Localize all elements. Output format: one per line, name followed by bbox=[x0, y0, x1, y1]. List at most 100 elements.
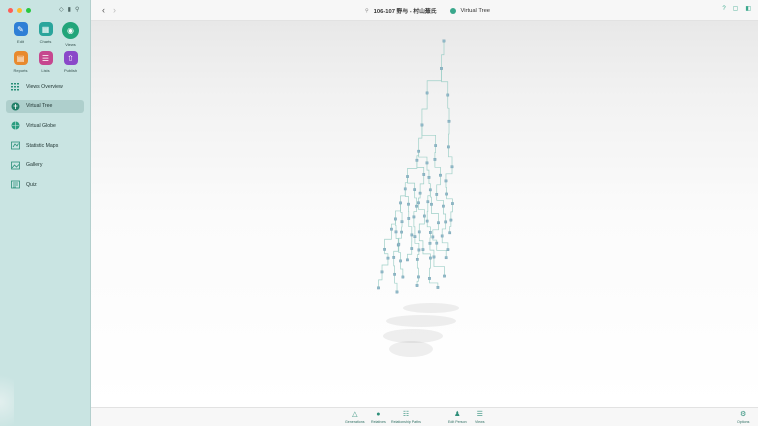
person-node[interactable] bbox=[429, 256, 432, 260]
person-node[interactable] bbox=[386, 256, 390, 260]
person-node[interactable] bbox=[440, 234, 444, 238]
person-node[interactable] bbox=[445, 192, 448, 196]
person-node[interactable] bbox=[432, 255, 436, 259]
close-window-button[interactable] bbox=[8, 8, 13, 13]
person-node[interactable] bbox=[446, 93, 450, 97]
person-node[interactable] bbox=[435, 193, 439, 196]
person-node[interactable] bbox=[425, 219, 429, 223]
bookmark-icon[interactable]: ▮ bbox=[68, 7, 71, 13]
person-node[interactable] bbox=[451, 202, 454, 205]
person-node[interactable] bbox=[413, 188, 417, 191]
person-node[interactable] bbox=[383, 247, 386, 251]
options-button[interactable]: ⚙ Options bbox=[737, 411, 749, 424]
person-node[interactable] bbox=[394, 230, 398, 234]
person-node[interactable] bbox=[442, 39, 446, 43]
views-button[interactable]: ☰ Views bbox=[475, 411, 485, 424]
person-node[interactable] bbox=[422, 173, 426, 176]
relationship-paths-button[interactable]: ☷ Relationship Paths bbox=[391, 411, 421, 424]
person-node[interactable] bbox=[415, 204, 418, 208]
person-node[interactable] bbox=[437, 221, 440, 225]
tag-icon[interactable]: ◇ bbox=[59, 7, 64, 13]
person-node[interactable] bbox=[401, 275, 405, 279]
person-node[interactable] bbox=[447, 119, 451, 123]
person-node[interactable] bbox=[431, 235, 435, 239]
person-node[interactable] bbox=[435, 241, 439, 245]
person-node[interactable] bbox=[444, 179, 448, 183]
zoom-window-button[interactable] bbox=[26, 8, 31, 13]
person-node[interactable] bbox=[418, 191, 422, 195]
sidebar-item-virtual-globe[interactable]: Virtual Globe bbox=[6, 119, 84, 132]
person-node[interactable] bbox=[393, 272, 396, 276]
person-node[interactable] bbox=[421, 248, 425, 251]
person-node[interactable] bbox=[410, 233, 414, 237]
virtual-tree-canvas[interactable] bbox=[91, 21, 758, 407]
person-node[interactable] bbox=[397, 242, 401, 246]
person-node[interactable] bbox=[380, 270, 384, 274]
person-node[interactable] bbox=[395, 290, 399, 294]
person-node[interactable] bbox=[407, 202, 410, 206]
person-node[interactable] bbox=[407, 217, 411, 220]
person-node[interactable] bbox=[410, 247, 414, 250]
person-node[interactable] bbox=[399, 259, 402, 263]
person-node[interactable] bbox=[420, 123, 424, 127]
person-node[interactable] bbox=[403, 187, 407, 191]
app-charts[interactable]: ▦ Charts bbox=[33, 22, 58, 47]
person-node[interactable] bbox=[442, 204, 445, 208]
person-node[interactable] bbox=[428, 277, 431, 280]
person-node[interactable] bbox=[439, 173, 442, 177]
person-node[interactable] bbox=[448, 231, 452, 235]
person-node[interactable] bbox=[425, 91, 429, 95]
person-node[interactable] bbox=[428, 188, 432, 192]
app-edit[interactable]: ✎ Edit bbox=[8, 22, 33, 47]
app-lists[interactable]: ☰ Lists bbox=[33, 51, 58, 73]
sidebar-item-views-overview[interactable]: Views Overview bbox=[6, 80, 84, 93]
person-node[interactable] bbox=[400, 220, 404, 224]
person-node[interactable] bbox=[430, 202, 433, 206]
person-node[interactable] bbox=[415, 284, 419, 287]
app-reports[interactable]: ▤ Reports bbox=[8, 51, 33, 73]
person-node[interactable] bbox=[417, 230, 421, 234]
person-node[interactable] bbox=[417, 248, 421, 252]
person-node[interactable] bbox=[450, 165, 454, 169]
person-node[interactable] bbox=[440, 67, 443, 70]
person-node[interactable] bbox=[406, 258, 409, 262]
sidebar-item-quiz[interactable]: Quiz bbox=[6, 178, 84, 191]
person-node[interactable] bbox=[436, 286, 440, 289]
sidebar-item-virtual-tree[interactable]: Virtual Tree bbox=[6, 99, 84, 113]
person-node[interactable] bbox=[417, 149, 421, 153]
person-node[interactable] bbox=[434, 144, 438, 147]
person-node[interactable] bbox=[394, 217, 397, 221]
person-node[interactable] bbox=[413, 235, 417, 239]
relatives-button[interactable]: ● Relatives bbox=[371, 411, 386, 424]
person-node[interactable] bbox=[399, 201, 402, 205]
person-node[interactable] bbox=[449, 218, 453, 222]
person-node[interactable] bbox=[412, 215, 416, 219]
person-node[interactable] bbox=[444, 256, 448, 260]
app-publish[interactable]: ⇧ Publish bbox=[58, 51, 83, 73]
help-icon[interactable]: ? bbox=[722, 6, 725, 13]
search-icon[interactable]: ⚲ bbox=[75, 7, 79, 13]
sidebar-item-gallery[interactable]: Gallery bbox=[6, 159, 84, 172]
person-node[interactable] bbox=[443, 274, 446, 278]
window-icon[interactable]: ▢ bbox=[733, 6, 739, 13]
person-node[interactable] bbox=[392, 256, 396, 259]
person-node[interactable] bbox=[417, 201, 420, 205]
chevron-left-icon[interactable]: ‹ bbox=[102, 5, 105, 15]
person-node[interactable] bbox=[406, 175, 409, 178]
app-views[interactable]: ◉ Views bbox=[58, 22, 83, 47]
person-node[interactable] bbox=[400, 230, 403, 234]
chevron-right-icon[interactable]: › bbox=[113, 5, 116, 15]
person-node[interactable] bbox=[426, 200, 430, 204]
minimize-window-button[interactable] bbox=[17, 8, 22, 13]
person-node[interactable] bbox=[377, 286, 380, 290]
generations-button[interactable]: △ Generations bbox=[345, 411, 365, 424]
sidebar-toggle-icon[interactable]: ◧ bbox=[745, 6, 751, 13]
person-node[interactable] bbox=[444, 220, 448, 224]
person-node[interactable] bbox=[422, 214, 426, 218]
person-node[interactable] bbox=[429, 231, 432, 234]
person-node[interactable] bbox=[428, 241, 432, 245]
person-node[interactable] bbox=[417, 275, 420, 279]
person-node[interactable] bbox=[447, 145, 450, 149]
person-node[interactable] bbox=[415, 158, 419, 162]
person-node[interactable] bbox=[427, 176, 431, 179]
